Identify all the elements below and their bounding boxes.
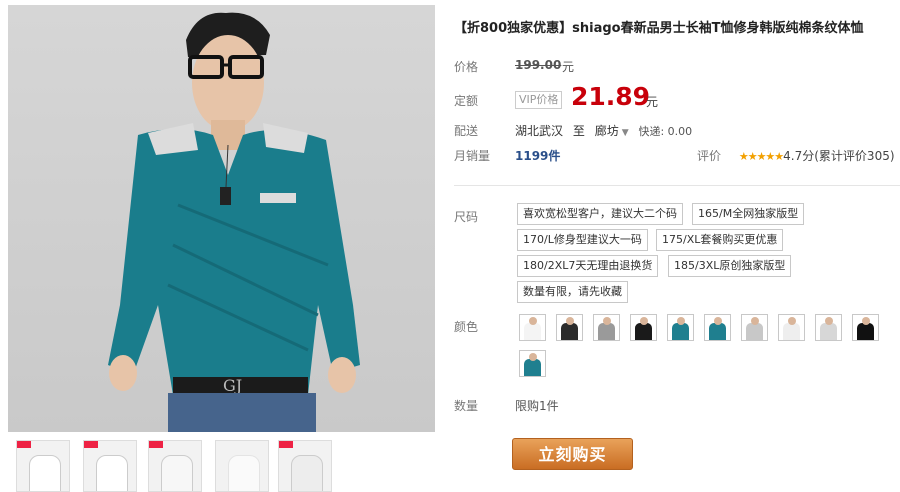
quantity-row: 数量 限购1件	[454, 397, 559, 414]
swatch-shirt	[635, 323, 652, 340]
rating-row: 评价 ★★★★★4.7分(累计评价305)	[697, 147, 895, 164]
swatch-model-head	[529, 317, 537, 325]
model-illustration: GJ	[108, 12, 360, 432]
main-product-photo[interactable]: GJ	[8, 5, 435, 432]
rating-label: 评价	[697, 149, 722, 163]
swatch-model-head	[566, 317, 574, 325]
size-option[interactable]: 170/L修身型建议大一码	[517, 229, 648, 251]
buy-now-button[interactable]: 立刻购买	[512, 438, 633, 470]
color-swatch[interactable]	[593, 314, 620, 341]
color-swatch[interactable]	[815, 314, 842, 341]
current-price: 21.89	[571, 82, 651, 111]
thumbnail-2[interactable]	[83, 440, 137, 492]
swatch-shirt	[709, 323, 726, 340]
star-rating-icon: ★★★★★	[738, 150, 784, 163]
purchase-limit: 限购1件	[515, 399, 559, 413]
swatch-shirt	[561, 323, 578, 340]
size-option[interactable]: 180/2XL7天无理由退换货	[517, 255, 659, 277]
vip-price-badge: VIP价格	[515, 91, 563, 109]
color-swatch[interactable]	[704, 314, 731, 341]
price-label: 价格	[454, 60, 479, 74]
color-swatch[interactable]	[556, 314, 583, 341]
swatch-shirt	[820, 323, 837, 340]
quantity-label: 数量	[454, 399, 479, 413]
monthly-sales-count: 1199件	[515, 149, 561, 163]
color-swatch[interactable]	[519, 350, 546, 377]
section-divider	[454, 185, 900, 186]
shipping-to-word: 至	[572, 124, 585, 138]
sales-row: 月销量 1199件	[454, 147, 560, 164]
swatch-shirt	[746, 323, 763, 340]
swatch-shirt	[598, 323, 615, 340]
swatch-model-head	[714, 317, 722, 325]
swatch-model-head	[603, 317, 611, 325]
swatch-model-head	[825, 317, 833, 325]
color-swatch[interactable]	[630, 314, 657, 341]
color-swatch[interactable]	[741, 314, 768, 341]
color-label: 颜色	[454, 320, 479, 334]
express-fee: 快递: 0.00	[638, 125, 693, 138]
swatch-model-head	[788, 317, 796, 325]
swatch-model-head	[677, 317, 685, 325]
size-label-row: 尺码	[454, 208, 478, 225]
size-option[interactable]: 喜欢宽松型客户，建议大二个码	[517, 203, 683, 225]
color-swatch[interactable]	[852, 314, 879, 341]
shipping-label: 配送	[454, 124, 479, 138]
monthly-sales-label: 月销量	[454, 149, 491, 163]
review-count-link[interactable]: (累计评价305)	[814, 149, 894, 163]
thumbnail-1[interactable]	[16, 440, 70, 492]
price-row: 价格	[454, 58, 478, 75]
shipping-from: 湖北武汉	[515, 124, 564, 138]
thumbnail-strip	[8, 438, 438, 492]
color-swatch[interactable]	[667, 314, 694, 341]
size-option[interactable]: 165/M全网独家版型	[692, 203, 805, 225]
swatch-shirt	[783, 323, 800, 340]
size-option[interactable]: 175/XL套餐购买更优惠	[656, 229, 784, 251]
original-price: 199.00	[515, 58, 562, 72]
swatch-shirt	[672, 323, 689, 340]
size-label: 尺码	[454, 210, 479, 224]
size-option[interactable]: 185/3XL原创独家版型	[668, 255, 792, 277]
promo-price-row: 定额	[454, 92, 478, 109]
size-option[interactable]: 数量有限，请先收藏	[517, 281, 628, 303]
original-price-unit: 元	[562, 60, 575, 74]
rating-score: 4.7分	[783, 149, 815, 163]
swatch-shirt	[524, 323, 541, 340]
shipping-destination-select[interactable]: 廊坊 ▼	[595, 124, 629, 138]
chevron-down-icon: ▼	[621, 128, 629, 138]
thumbnail-3[interactable]	[148, 440, 202, 492]
color-swatch[interactable]	[519, 314, 546, 341]
shipping-destination: 廊坊	[594, 124, 619, 138]
thumbnail-5[interactable]	[278, 440, 332, 492]
current-price-unit: 元	[646, 95, 659, 109]
swatch-model-head	[862, 317, 870, 325]
swatch-shirt	[524, 359, 541, 376]
swatch-model-head	[751, 317, 759, 325]
swatch-model-head	[529, 353, 537, 361]
color-label-row: 颜色	[454, 318, 478, 335]
product-title: 【折800独家优惠】shiago春新品男士长袖T恤修身韩版纯棉条纹体恤	[454, 21, 864, 36]
promo-price-label: 定额	[454, 94, 479, 108]
color-swatch[interactable]	[778, 314, 805, 341]
shipping-row: 配送 湖北武汉 至 廊坊 ▼ 快递: 0.00	[454, 122, 692, 139]
swatch-shirt	[857, 323, 874, 340]
svg-text:GJ: GJ	[223, 376, 242, 395]
swatch-model-head	[640, 317, 648, 325]
thumbnail-4[interactable]	[215, 440, 269, 492]
